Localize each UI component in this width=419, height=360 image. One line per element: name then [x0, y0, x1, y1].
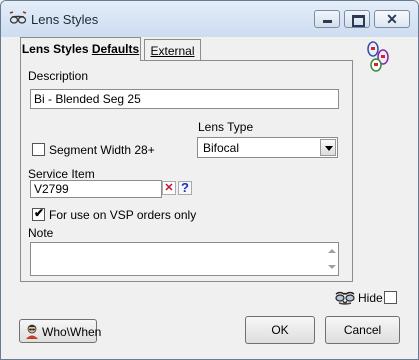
glasses-icon [9, 11, 27, 24]
close-icon: ✕ [386, 11, 398, 27]
lens-styles-window: Lens Styles ✕ Lens Styles Defaults Exter… [0, 0, 419, 360]
window-title: Lens Styles [31, 12, 99, 27]
help-lookup-icon[interactable] [178, 180, 192, 195]
scroll-up-icon[interactable] [328, 249, 336, 253]
ok-button[interactable]: OK [245, 316, 315, 344]
note-label: Note [28, 226, 54, 240]
hide-label: Hide [358, 291, 383, 305]
lens-styles-icon [367, 41, 389, 72]
disguise-glasses-icon [335, 291, 355, 305]
clear-service-item-icon[interactable] [162, 181, 176, 195]
vsp-orders-checkbox[interactable]: ✔ [32, 206, 45, 221]
tab-label-lens-styles-defaults: Lens Styles Defaults [21, 42, 140, 56]
tab-label-part-2: Defaults [91, 42, 140, 56]
cancel-button[interactable]: Cancel [325, 316, 400, 344]
maximize-icon [352, 15, 365, 27]
ok-label: OK [271, 323, 289, 337]
lens-type-value: Bifocal [203, 141, 240, 155]
service-item-label: Service Item [28, 167, 95, 181]
note-field[interactable] [30, 242, 339, 276]
description-label: Description [28, 69, 89, 83]
segment-width-label: Segment Width 28+ [49, 143, 155, 157]
service-item-field[interactable]: V2799 [30, 180, 162, 198]
scroll-down-icon[interactable] [328, 265, 336, 269]
person-icon [26, 324, 38, 339]
segment-width-checkbox[interactable] [32, 143, 45, 156]
cancel-label: Cancel [343, 323, 382, 337]
minimize-button[interactable] [314, 10, 340, 28]
tab-label-part-1: Lens Styles [21, 42, 92, 56]
hide-checkbox[interactable] [384, 291, 397, 304]
chevron-down-icon[interactable] [320, 139, 336, 156]
description-field[interactable]: Bi - Blended Seg 25 [30, 89, 339, 109]
minimize-icon [323, 20, 332, 23]
maximize-button[interactable] [344, 10, 370, 28]
tab-external[interactable]: External [144, 39, 201, 61]
who-when-label: Who\When [42, 325, 102, 339]
who-when-button[interactable]: Who\When [19, 319, 101, 343]
service-item-value: V2799 [34, 182, 69, 196]
checkmark-icon: ✔ [34, 206, 45, 220]
lens-type-label: Lens Type [198, 120, 254, 134]
vsp-orders-label: For use on VSP orders only [49, 208, 197, 222]
tab-label-external: External [150, 44, 195, 58]
lens-type-dropdown[interactable]: Bifocal [197, 137, 338, 158]
description-value: Bi - Blended Seg 25 [34, 92, 141, 106]
close-button[interactable]: ✕ [374, 10, 410, 28]
title-bar[interactable]: Lens Styles ✕ [1, 1, 418, 37]
tab-lens-styles-defaults[interactable]: Lens Styles Defaults [20, 37, 141, 61]
